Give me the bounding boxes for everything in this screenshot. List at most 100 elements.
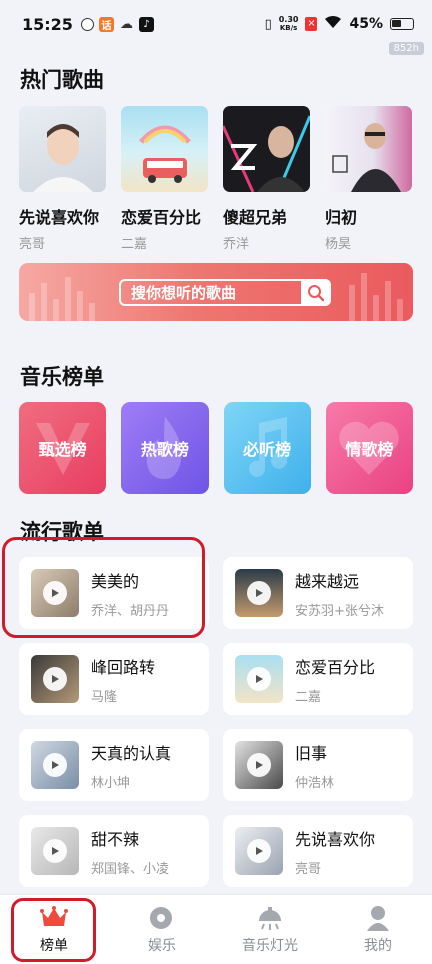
tab-label: 我的 [364,937,392,954]
tab-label: 榜单 [40,937,68,954]
chart-label: 情歌榜 [345,440,394,459]
hot-songs-row: 先说喜欢你 亮哥 恋爱百分比 二嘉 傻超兄弟 乔洋 归初 杨昊 [19,106,419,252]
search-icon [308,284,325,301]
tab-music-light[interactable]: 音乐灯光 [216,895,324,964]
playlist-title: 峰回路转 [91,657,156,677]
playlist-artist: 亮哥 [295,861,322,877]
tab-label: 音乐灯光 [242,937,298,954]
play-icon[interactable] [247,753,271,777]
playlist-artist: 二嘉 [295,689,322,705]
fps-tag: 852h [388,42,424,55]
playlist-item[interactable]: 峰回路转 马隆 [19,643,209,715]
app-notification-icon [80,17,94,31]
playlist-item[interactable]: 天真的认真 林小坤 [19,729,209,801]
chart-card-must-listen[interactable]: 必听榜 [223,402,311,494]
song-title: 归初 [325,208,358,227]
tab-label: 娱乐 [148,937,176,954]
song-cover [19,106,106,192]
play-icon[interactable] [43,753,67,777]
net-speed: 0.30 KB/s [278,15,299,33]
disc-icon [148,904,176,931]
hot-song-item[interactable]: 傻超兄弟 乔洋 [223,106,310,252]
search-input[interactable]: 搜你想听的歌曲 [119,279,331,306]
playlist-cover [31,655,79,703]
song-artist: 亮哥 [19,237,46,252]
song-title: 恋爱百分比 [121,208,202,227]
person-icon [364,905,392,931]
no-sim-icon: × [305,17,318,31]
playlist-title: 先说喜欢你 [295,829,376,849]
tab-mine[interactable]: 我的 [324,895,432,964]
playlist-artist: 仲浩林 [295,775,335,791]
chart-card-selected[interactable]: 甄选榜 [19,402,107,494]
hot-songs-title: 热门歌曲 [20,68,104,92]
cloud-icon: ☁ [119,16,133,32]
status-right: ▯ 0.30 KB/s × 45% [265,15,414,33]
song-cover [325,106,412,192]
playlist-item[interactable]: 恋爱百分比 二嘉 [223,643,413,715]
crown-icon [40,905,68,931]
app-notification-icon: 话 [98,16,114,32]
play-icon[interactable] [247,839,271,863]
play-icon[interactable] [247,667,271,691]
chart-label: 热歌榜 [140,440,189,459]
chart-label: 必听榜 [243,440,292,459]
hot-song-item[interactable]: 归初 杨昊 [325,106,412,252]
hot-song-item[interactable]: 先说喜欢你 亮哥 [19,106,106,252]
playlist-title: 天真的认真 [91,743,172,763]
net-speed-value: 0.30 [278,15,299,24]
song-title: 傻超兄弟 [223,208,288,227]
playlist-artist: 马隆 [91,689,118,705]
charts-title: 音乐榜单 [20,365,104,389]
playlist-cover [235,569,283,617]
play-icon[interactable] [43,581,67,605]
hot-song-item[interactable]: 恋爱百分比 二嘉 [121,106,208,252]
playlist-cover [31,827,79,875]
song-artist: 乔洋 [223,237,250,252]
wifi-icon [324,15,342,33]
status-bar: 15:25 话 ☁ ♪ ▯ 0.30 KB/s × 45% [0,0,432,48]
charts-row: 甄选榜 热歌榜 必听榜 情歌榜 [19,402,413,494]
playlist-cover [235,655,283,703]
vibrate-icon: ▯ [264,16,272,32]
playlist-cover [31,741,79,789]
status-time: 15:25 [22,14,73,34]
play-icon[interactable] [43,839,67,863]
chart-label: 甄选榜 [38,440,87,459]
bottom-tab-bar: 榜单 娱乐 音乐灯光 我的 [0,894,432,964]
playlist-item[interactable]: 甜不辣 郑国锋、小凌 [19,815,209,887]
playlist-item[interactable]: 旧事 仲浩林 [223,729,413,801]
play-icon[interactable] [43,667,67,691]
playlist-artist: 安苏羽+张兮沐 [295,603,384,619]
song-cover [223,106,310,192]
search-button[interactable] [301,279,331,306]
battery-percent: 45% [349,16,383,32]
chart-card-hot[interactable]: 热歌榜 [121,402,209,494]
playlist-title: 越来越远 [295,571,360,591]
playlist-title: 美美的 [91,571,140,591]
net-speed-unit: KB/s [279,24,298,32]
playlist-title: 流行歌单 [20,520,104,544]
chart-card-love[interactable]: 情歌榜 [325,402,413,494]
playlist-item[interactable]: 越来越远安苏羽+张兮沐 [223,557,413,629]
search-placeholder: 搜你想听的歌曲 [131,284,237,302]
playlist-cover [31,569,79,617]
playlist-title: 甜不辣 [91,829,140,849]
playlist-item[interactable]: 美美的 乔洋、胡丹丹 [19,557,209,629]
search-banner[interactable]: 搜你想听的歌曲 [19,263,413,321]
song-artist: 杨昊 [325,237,352,252]
playlist-title: 恋爱百分比 [295,657,376,677]
playlist-cover [235,827,283,875]
playlist-cover [235,741,283,789]
tab-entertainment[interactable]: 娱乐 [108,895,216,964]
song-artist: 二嘉 [121,237,148,252]
song-title: 先说喜欢你 [19,208,100,227]
play-icon[interactable] [247,581,271,605]
playlist-grid: 美美的乔洋、胡丹丹 越来越远安苏羽+张兮沐 峰回路转马隆 恋爱百分比二嘉 天真的… [19,557,413,887]
playlist-item[interactable]: 先说喜欢你 亮哥 [223,815,413,887]
playlist-artist: 乔洋、胡丹丹 [91,603,170,619]
song-cover [121,106,208,192]
playlist-artist: 郑国锋、小凌 [91,861,170,877]
lamp-icon [256,905,284,931]
tab-charts[interactable]: 榜单 [0,895,108,964]
